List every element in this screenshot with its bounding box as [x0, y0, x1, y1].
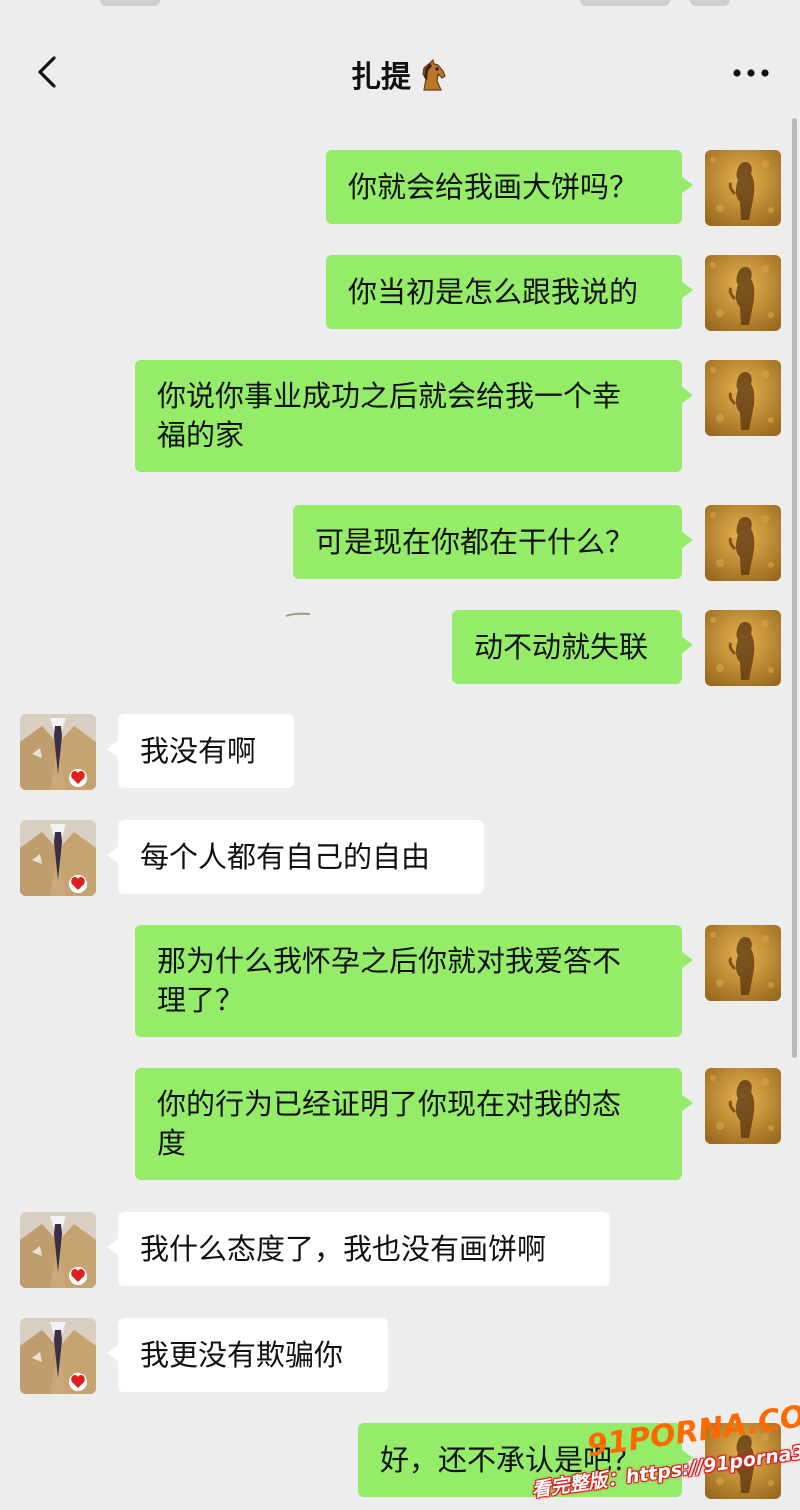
- message-text: 那为什么我怀孕之后你就对我爱答不: [157, 944, 622, 978]
- message-bubble[interactable]: 每个人都有自己的自由: [107, 820, 484, 894]
- message-text: 可是现在你都在干什么？: [315, 524, 635, 559]
- status-fragment: [580, 0, 670, 6]
- message-text: 你说你事业成功之后就会给我一个幸: [157, 379, 622, 413]
- message-bubble[interactable]: 我没有啊: [107, 714, 294, 788]
- contact-avatar[interactable]: [20, 714, 96, 790]
- message-text: 你当初是怎么跟我说的: [348, 274, 639, 309]
- message-text: 动不动就失联: [474, 629, 649, 664]
- message-text: 我更没有欺骗你: [140, 1337, 344, 1372]
- message-text: 你就会给我画大饼吗？: [348, 169, 639, 204]
- message-bubble[interactable]: 你说你事业成功之后就会给我一个幸 福的家: [135, 360, 693, 472]
- message-text: 每个人都有自己的自由: [140, 839, 431, 874]
- my-avatar[interactable]: [705, 360, 781, 436]
- message-bubble[interactable]: 你当初是怎么跟我说的: [326, 255, 693, 329]
- contact-avatar[interactable]: [20, 820, 96, 896]
- message-text: 我没有啊: [140, 733, 257, 768]
- my-avatar[interactable]: [705, 150, 781, 226]
- message-bubble[interactable]: 可是现在你都在干什么？: [293, 505, 693, 579]
- contact-avatar[interactable]: [20, 1318, 96, 1394]
- chat-header: 扎提: [0, 28, 800, 112]
- message-bubble[interactable]: 我什么态度了，我也没有画饼啊: [107, 1212, 610, 1286]
- chat-title-text: 扎提: [351, 60, 411, 95]
- message-bubble[interactable]: 那为什么我怀孕之后你就对我爱答不 理了？: [135, 925, 693, 1037]
- my-avatar[interactable]: [705, 610, 781, 686]
- message-bubble[interactable]: 你就会给我画大饼吗？: [326, 150, 693, 224]
- my-avatar[interactable]: [705, 255, 781, 331]
- scrollbar[interactable]: [792, 118, 797, 1058]
- watermark: 91PORNA.COM 看完整版：https://91porna34.com: [530, 1395, 800, 1510]
- contact-avatar[interactable]: [20, 1212, 96, 1288]
- message-text: 度: [157, 1126, 187, 1160]
- message-bubble[interactable]: 我更没有欺骗你: [107, 1318, 388, 1392]
- message-bubble[interactable]: 你的行为已经证明了你现在对我的态度: [135, 1068, 693, 1180]
- stray-mark: [285, 612, 311, 617]
- message-bubble[interactable]: 动不动就失联: [452, 610, 693, 684]
- status-fragment: [100, 0, 160, 6]
- my-avatar[interactable]: [705, 505, 781, 581]
- chat-title: 扎提: [0, 52, 800, 96]
- message-text: 福的家: [157, 418, 245, 452]
- message-text: 我什么态度了，我也没有画饼啊: [140, 1231, 547, 1266]
- message-text: 理了？: [157, 983, 245, 1017]
- message-text: 你的行为已经证明了你现在对我的态: [157, 1087, 622, 1121]
- status-bar: [0, 0, 800, 14]
- my-avatar[interactable]: [705, 1068, 781, 1144]
- horse-icon: [422, 59, 446, 91]
- my-avatar[interactable]: [705, 925, 781, 1001]
- more-dots-icon[interactable]: [732, 68, 770, 78]
- status-fragment: [690, 0, 730, 6]
